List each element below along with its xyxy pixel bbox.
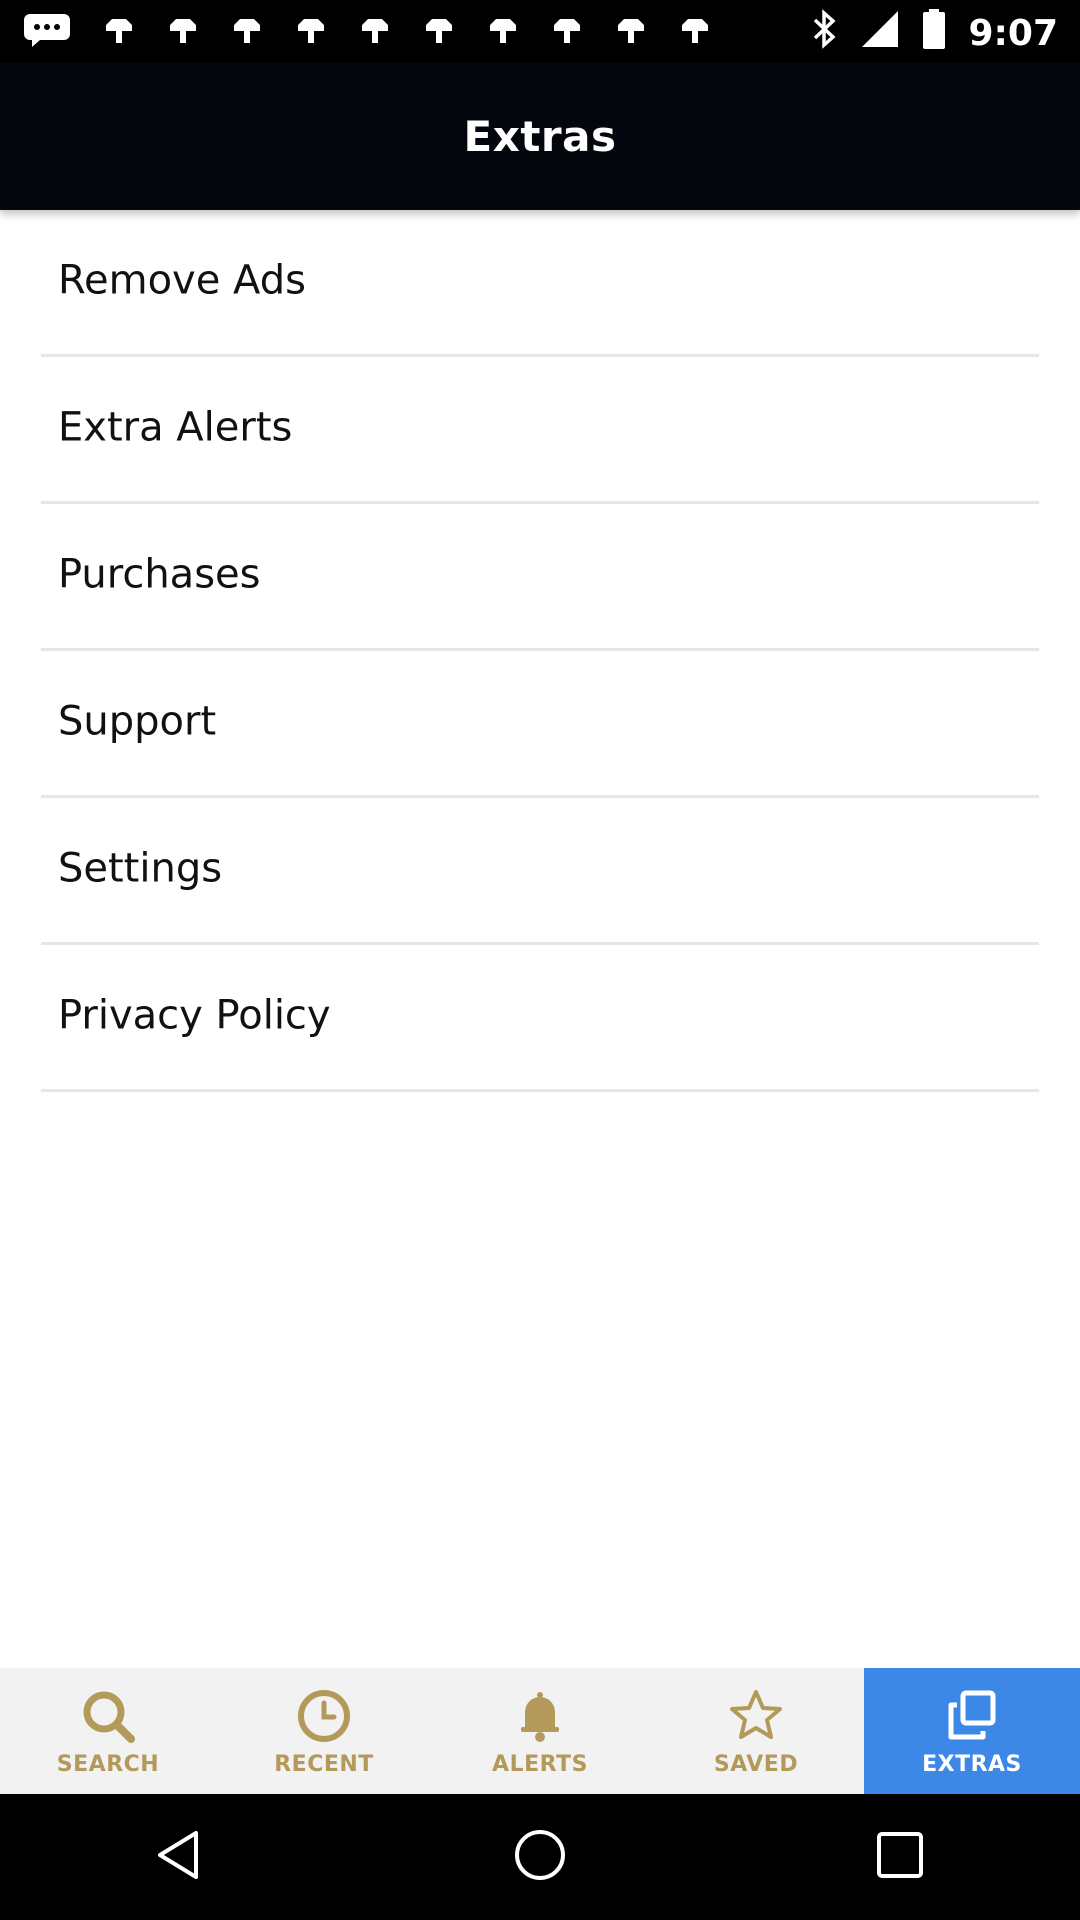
system-status: 9:07 <box>812 8 1058 59</box>
menu-item-settings[interactable]: Settings <box>0 798 1080 945</box>
star-icon <box>726 1686 786 1746</box>
status-bar: 9:07 <box>0 0 1080 63</box>
notification-icon <box>102 13 136 51</box>
clock-icon <box>294 1686 354 1746</box>
bell-icon <box>510 1686 570 1746</box>
back-button[interactable] <box>120 1797 240 1917</box>
menu-item-privacy-policy[interactable]: Privacy Policy <box>0 945 1080 1092</box>
notification-icon <box>166 13 200 51</box>
search-icon <box>78 1686 138 1746</box>
status-time: 9:07 <box>968 13 1058 54</box>
notification-icon <box>486 13 520 51</box>
tab-search[interactable]: SEARCH <box>0 1668 216 1794</box>
bluetooth-icon <box>812 9 838 58</box>
menu-item-purchases[interactable]: Purchases <box>0 504 1080 651</box>
copy-icon <box>942 1686 1002 1746</box>
notification-icon <box>678 13 712 51</box>
signal-icon <box>860 9 900 58</box>
page-title: Extras <box>463 112 617 161</box>
menu-item-label: Support <box>58 697 217 744</box>
battery-icon <box>922 8 946 59</box>
divider <box>41 1089 1039 1092</box>
notification-icon <box>230 13 264 51</box>
notification-icon <box>294 13 328 51</box>
notification-icon <box>550 13 584 51</box>
menu-item-label: Privacy Policy <box>58 991 331 1038</box>
bottom-nav: SEARCH RECENT ALERTS SAVED EXTRAS <box>0 1668 1080 1794</box>
notification-icon <box>614 13 648 51</box>
back-icon <box>150 1825 210 1889</box>
tab-alerts[interactable]: ALERTS <box>432 1668 648 1794</box>
menu-item-label: Purchases <box>58 550 261 597</box>
tab-extras[interactable]: EXTRAS <box>864 1668 1080 1794</box>
menu-item-label: Extra Alerts <box>58 403 293 450</box>
extras-menu: Remove Ads Extra Alerts Purchases Suppor… <box>0 210 1080 1092</box>
home-button[interactable] <box>480 1797 600 1917</box>
home-icon <box>510 1825 570 1889</box>
system-nav-bar <box>0 1794 1080 1920</box>
tab-label: EXTRAS <box>922 1751 1022 1777</box>
menu-item-label: Remove Ads <box>58 256 306 303</box>
menu-item-label: Settings <box>58 844 223 891</box>
menu-item-extra-alerts[interactable]: Extra Alerts <box>0 357 1080 504</box>
menu-item-support[interactable]: Support <box>0 651 1080 798</box>
notification-icon <box>422 13 456 51</box>
recents-button[interactable] <box>840 1797 960 1917</box>
notification-icons <box>22 12 712 52</box>
screen: 9:07 Extras Remove Ads Extra Alerts Purc… <box>0 0 1080 1920</box>
notification-icon <box>358 13 392 51</box>
tab-saved[interactable]: SAVED <box>648 1668 864 1794</box>
recents-icon <box>870 1825 930 1889</box>
app-bar: Extras <box>0 63 1080 210</box>
tab-recent[interactable]: RECENT <box>216 1668 432 1794</box>
tab-label: SEARCH <box>56 1751 160 1777</box>
menu-item-remove-ads[interactable]: Remove Ads <box>0 210 1080 357</box>
tab-label: SAVED <box>713 1751 799 1777</box>
chat-icon <box>22 12 72 52</box>
tab-label: RECENT <box>274 1751 374 1777</box>
tab-label: ALERTS <box>492 1751 588 1777</box>
